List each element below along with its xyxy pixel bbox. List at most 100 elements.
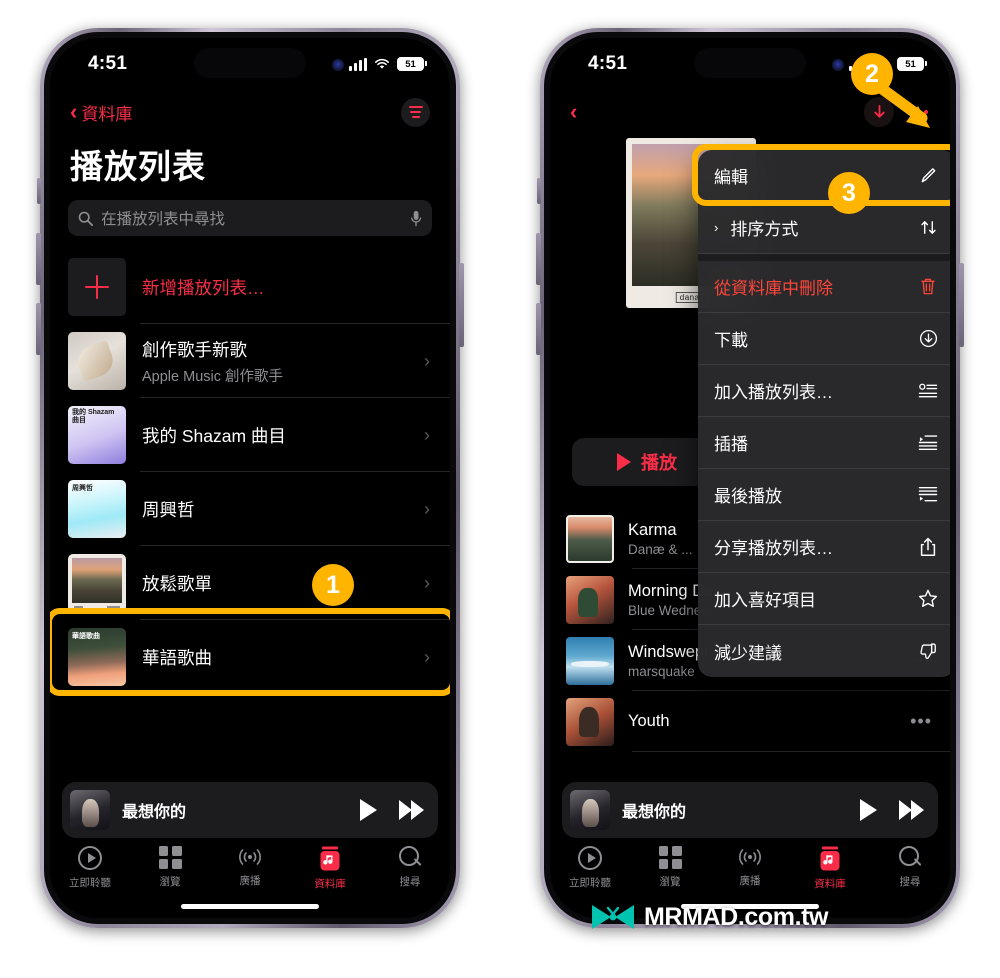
song-title: Youth bbox=[628, 712, 670, 730]
menu-item-share-playlist[interactable]: 分享播放列表… bbox=[698, 521, 950, 573]
menu-item-label: 下載 bbox=[714, 331, 748, 350]
volume-down-button-left[interactable] bbox=[36, 303, 41, 355]
mini-player-right[interactable]: 最想你的 bbox=[562, 782, 938, 838]
menu-item-label: 減少建議 bbox=[714, 643, 782, 663]
fast-forward-icon[interactable] bbox=[899, 800, 924, 820]
menu-item-suggest-less[interactable]: 減少建議 bbox=[698, 625, 950, 677]
row-relax-playlist[interactable]: 放鬆歌單 › bbox=[50, 546, 450, 620]
power-button-right[interactable] bbox=[959, 263, 964, 347]
chevron-left-icon: ‹ bbox=[570, 99, 578, 124]
menu-item-add-to-playlist[interactable]: 加入播放列表… bbox=[698, 365, 950, 417]
menu-item-sort-by[interactable]: › 排序方式 bbox=[698, 202, 950, 254]
left-screen: 4:51 51 ‹ 資料庫 播放列表 在播放列表中尋找 新增播放列表… 創作歌手… bbox=[50, 38, 450, 918]
menu-item-edit[interactable]: 編輯 bbox=[698, 150, 950, 202]
menu-item-label: 從資料庫中刪除 bbox=[714, 279, 833, 298]
thumbs-down-icon bbox=[916, 642, 940, 661]
menu-item-download[interactable]: 下載 bbox=[698, 313, 950, 365]
listen-now-icon bbox=[78, 846, 102, 870]
power-button-left[interactable] bbox=[459, 263, 464, 347]
play-icon[interactable] bbox=[360, 799, 377, 821]
menu-item-play-last[interactable]: 最後播放 bbox=[698, 469, 950, 521]
add-to-playlist-icon bbox=[916, 381, 940, 400]
search-bar[interactable]: 在播放列表中尋找 bbox=[68, 200, 432, 236]
page-title: 播放列表 bbox=[70, 148, 206, 185]
playlist-artwork: 我的 Shazam 曲目 bbox=[68, 406, 126, 464]
volume-up-button-left[interactable] bbox=[36, 233, 41, 285]
row-zhou-xing-zhe[interactable]: 周興哲 周興哲 › bbox=[50, 472, 450, 546]
row-text: 周興哲 bbox=[142, 497, 424, 522]
tab-library[interactable]: 資料庫 bbox=[790, 846, 870, 891]
silent-switch-left[interactable] bbox=[37, 178, 41, 204]
filter-button[interactable] bbox=[401, 97, 430, 127]
tab-browse[interactable]: 瀏覽 bbox=[630, 846, 710, 889]
fast-forward-icon[interactable] bbox=[399, 800, 424, 820]
row-text: 我的 Shazam 曲目 bbox=[142, 423, 424, 448]
volume-up-button-right[interactable] bbox=[536, 233, 541, 285]
back-button[interactable]: ‹ bbox=[570, 101, 577, 123]
menu-divider bbox=[698, 254, 950, 261]
now-playing-artwork bbox=[570, 790, 610, 830]
row-text: 放鬆歌單 bbox=[142, 571, 424, 596]
menu-item-label: 加入播放列表… bbox=[714, 383, 833, 402]
song-row[interactable]: Youth ••• bbox=[550, 691, 950, 752]
tab-listen-now[interactable]: 立即聆聽 bbox=[50, 846, 130, 890]
tab-listen-now[interactable]: 立即聆聽 bbox=[550, 846, 630, 890]
artwork-label: 華語歌曲 bbox=[72, 633, 100, 640]
song-artwork bbox=[566, 636, 614, 685]
back-button-label: 資料庫 bbox=[81, 104, 133, 124]
tab-search[interactable]: 搜尋 bbox=[370, 846, 450, 889]
radio-waves-icon bbox=[236, 846, 264, 868]
now-playing-title: 最想你的 bbox=[122, 804, 187, 821]
trash-icon bbox=[916, 277, 940, 296]
tab-search[interactable]: 搜尋 bbox=[870, 846, 950, 889]
song-artwork bbox=[566, 514, 614, 563]
tab-browse[interactable]: 瀏覽 bbox=[130, 846, 210, 889]
tab-library[interactable]: 資料庫 bbox=[290, 846, 370, 891]
watermark: MRMAD.com.tw bbox=[590, 902, 828, 932]
browse-grid-icon bbox=[658, 846, 682, 869]
tab-label: 搜尋 bbox=[399, 876, 421, 888]
row-creator-new-songs[interactable]: 創作歌手新歌 Apple Music 創作歌手 › bbox=[50, 324, 450, 398]
song-separator bbox=[632, 751, 950, 752]
tab-label: 廣播 bbox=[739, 875, 761, 887]
song-artwork bbox=[566, 575, 614, 624]
song-artwork bbox=[566, 697, 614, 746]
face-id-dot-icon bbox=[332, 59, 344, 71]
song-text: Youth bbox=[628, 712, 910, 731]
search-icon bbox=[398, 846, 422, 869]
chevron-right-icon: › bbox=[424, 498, 430, 519]
row-title: 華語歌曲 bbox=[142, 647, 212, 668]
tab-radio[interactable]: 廣播 bbox=[710, 846, 790, 888]
row-new-playlist[interactable]: 新增播放列表… bbox=[50, 250, 450, 324]
pencil-icon bbox=[916, 166, 940, 185]
playlist-rows: 新增播放列表… 創作歌手新歌 Apple Music 創作歌手 › 我的 Sha… bbox=[50, 250, 450, 694]
tab-radio[interactable]: 廣播 bbox=[210, 846, 290, 888]
mini-player-left[interactable]: 最想你的 bbox=[62, 782, 438, 838]
silent-switch-right[interactable] bbox=[537, 178, 541, 204]
search-icon bbox=[898, 846, 922, 869]
listen-now-icon bbox=[578, 846, 602, 870]
back-button-library[interactable]: ‹ 資料庫 bbox=[70, 100, 132, 125]
play-last-icon bbox=[916, 485, 940, 504]
home-indicator[interactable] bbox=[181, 904, 319, 909]
mini-player-controls bbox=[360, 799, 424, 821]
row-my-shazam[interactable]: 我的 Shazam 曲目 我的 Shazam 曲目 › bbox=[50, 398, 450, 472]
sort-arrows-icon bbox=[916, 218, 940, 237]
play-icon[interactable] bbox=[860, 799, 877, 821]
chevron-right-icon: › bbox=[714, 220, 719, 235]
row-mandarin-songs[interactable]: 華語歌曲 華語歌曲 › bbox=[50, 620, 450, 694]
menu-item-play-next[interactable]: 插播 bbox=[698, 417, 950, 469]
search-input[interactable]: 在播放列表中尋找 bbox=[101, 207, 402, 229]
microphone-icon[interactable] bbox=[410, 210, 422, 227]
screenshot-stage: 4:51 51 ‹ 資料庫 播放列表 在播放列表中尋找 新增播放列表… 創作歌手… bbox=[0, 0, 1000, 978]
chevron-right-icon: › bbox=[424, 646, 430, 667]
song-more-icon[interactable]: ••• bbox=[910, 711, 932, 732]
step-badge-3: 3 bbox=[828, 172, 870, 214]
volume-down-button-right[interactable] bbox=[536, 303, 541, 355]
filter-lines-icon bbox=[408, 105, 423, 119]
tab-label: 瀏覽 bbox=[659, 876, 681, 888]
nav-bar-left: ‹ 資料庫 bbox=[50, 90, 450, 134]
menu-item-delete-from-library[interactable]: 從資料庫中刪除 bbox=[698, 261, 950, 313]
tab-label: 立即聆聽 bbox=[569, 877, 611, 889]
menu-item-add-to-favorites[interactable]: 加入喜好項目 bbox=[698, 573, 950, 625]
